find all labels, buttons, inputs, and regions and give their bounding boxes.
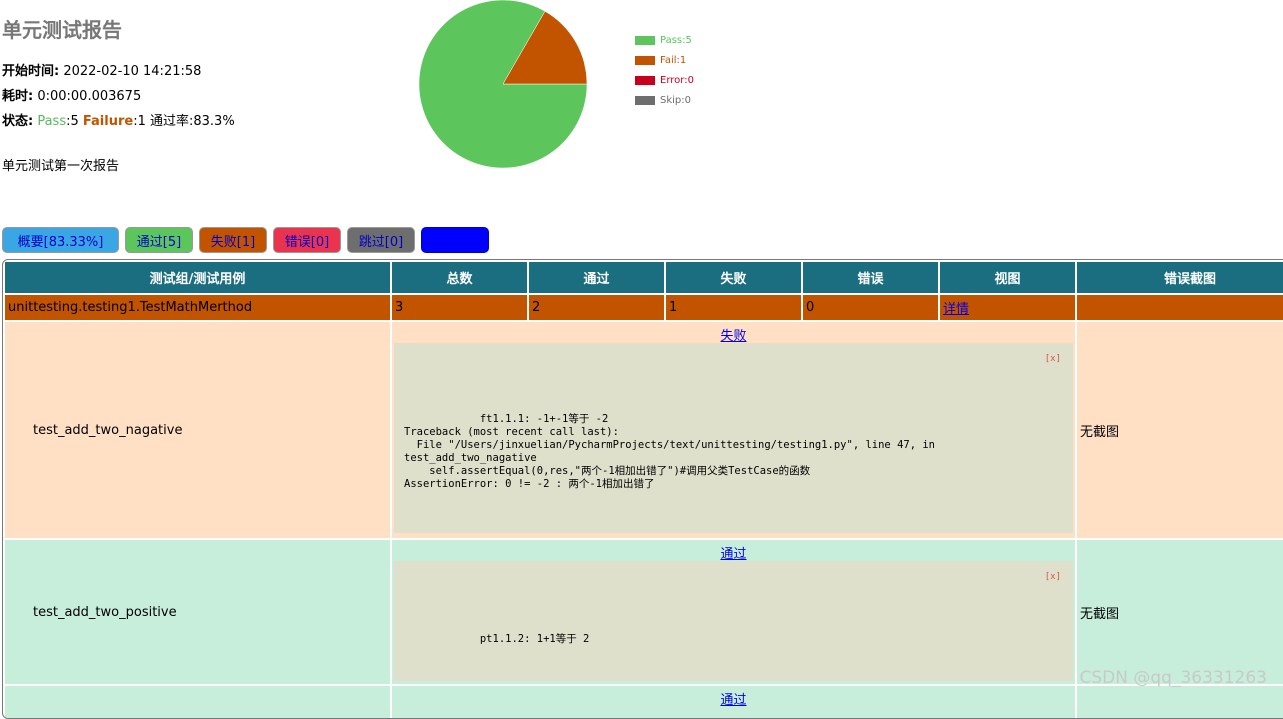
status-fail-label: Failure — [82, 114, 134, 129]
case-name — [5, 686, 390, 718]
legend-label: Error:0 — [660, 74, 694, 86]
status-label: 状态: — [2, 114, 34, 129]
case-detail: 通过 [x] pt1.1.2: 1+1等于 2 — [392, 540, 1075, 684]
case-status-link[interactable]: 失败 — [394, 325, 1073, 344]
pie-legend: Pass:5 Fail:1 Error:0 Skip:0 — [635, 30, 694, 110]
case-name: test_add_two_nagative — [5, 322, 390, 538]
skip-filter-button[interactable]: 跳过[0] — [347, 227, 415, 253]
status-rate: 通过率:83.3% — [150, 114, 235, 129]
header-error: 错误 — [803, 262, 938, 293]
watermark: CSDN @qq_36331263 — [1079, 668, 1267, 688]
status-pass-label: Pass — [33, 114, 67, 129]
table-row: test_add_two_nagative 失败 [x] ft1.1.1: -1… — [5, 322, 1283, 538]
test-class-row: unittesting.testing1.TestMathMerthod 3 2… — [5, 295, 1283, 320]
header-case: 测试组/测试用例 — [5, 262, 390, 293]
status-pass-value: :5 — [66, 114, 83, 129]
results-table-container: 测试组/测试用例 总数 通过 失败 错误 视图 错误截图 unittesting… — [2, 259, 1283, 719]
legend-swatch — [635, 35, 655, 45]
legend-swatch — [635, 75, 655, 85]
fail-filter-button[interactable]: 失败[1] — [199, 227, 267, 253]
case-detail: 失败 [x] ft1.1.1: -1+-1等于 -2 Traceback (mo… — [392, 322, 1075, 538]
legend-item-fail: Fail:1 — [635, 50, 694, 70]
case-screenshot: 无截图 — [1077, 322, 1283, 538]
start-time: 开始时间: 2022-02-10 14:21:58 — [2, 60, 201, 79]
class-error: 0 — [803, 295, 938, 320]
traceback-box: [x] ft1.1.1: -1+-1等于 -2 Traceback (most … — [394, 343, 1073, 533]
legend-label: Fail:1 — [660, 54, 687, 66]
class-pass: 2 — [529, 295, 664, 320]
case-screenshot: 无截图 — [1077, 540, 1283, 684]
result-pie-chart — [418, 0, 588, 169]
duration-label: 耗时: — [2, 89, 34, 104]
report-description: 单元测试第一次报告 — [2, 159, 120, 174]
legend-swatch — [635, 55, 655, 65]
header-fail: 失败 — [666, 262, 801, 293]
header-screenshot: 错误截图 — [1077, 262, 1283, 293]
duration: 耗时: 0:00:00.003675 — [2, 85, 141, 104]
close-icon[interactable]: [x] — [1045, 571, 1061, 584]
detail-link[interactable]: 详情 — [943, 302, 969, 317]
case-status-link[interactable]: 通过 — [394, 689, 1073, 708]
table-header-row: 测试组/测试用例 总数 通过 失败 错误 视图 错误截图 — [5, 262, 1283, 293]
status-fail-value: :1 — [133, 114, 150, 129]
duration-value: 0:00:00.003675 — [33, 89, 142, 104]
blank-filter-button[interactable] — [421, 227, 489, 253]
case-status-link[interactable]: 通过 — [394, 543, 1073, 562]
filter-button-bar: 概要[83.33%] 通过[5] 失败[1] 错误[0] 跳过[0] — [2, 227, 489, 253]
table-row: 通过 — [5, 686, 1283, 718]
close-icon[interactable]: [x] — [1045, 353, 1061, 366]
header-pass: 通过 — [529, 262, 664, 293]
class-name: unittesting.testing1.TestMathMerthod — [5, 295, 390, 320]
start-time-value: 2022-02-10 14:21:58 — [59, 64, 202, 79]
case-detail: 通过 — [392, 686, 1075, 718]
traceback-text: ft1.1.1: -1+-1等于 -2 Traceback (most rece… — [404, 413, 936, 490]
case-name: test_add_two_positive — [5, 540, 390, 684]
start-time-label: 开始时间: — [2, 64, 60, 79]
class-screenshot — [1077, 295, 1283, 320]
header-view: 视图 — [940, 262, 1075, 293]
traceback-box: [x] pt1.1.2: 1+1等于 2 — [394, 561, 1073, 681]
pass-filter-button[interactable]: 通过[5] — [125, 227, 193, 253]
error-filter-button[interactable]: 错误[0] — [273, 227, 341, 253]
legend-label: Pass:5 — [660, 34, 692, 46]
status-line: 状态: Pass:5 Failure:1 通过率:83.3% — [2, 110, 235, 129]
table-row: test_add_two_positive 通过 [x] pt1.1.2: 1+… — [5, 540, 1283, 684]
header-total: 总数 — [392, 262, 527, 293]
legend-item-error: Error:0 — [635, 70, 694, 90]
results-table: 测试组/测试用例 总数 通过 失败 错误 视图 错误截图 unittesting… — [3, 260, 1283, 718]
legend-label: Skip:0 — [660, 94, 691, 106]
legend-item-skip: Skip:0 — [635, 90, 694, 110]
class-fail: 1 — [666, 295, 801, 320]
traceback-text: pt1.1.2: 1+1等于 2 — [479, 633, 590, 645]
summary-button[interactable]: 概要[83.33%] — [2, 227, 119, 253]
report-title: 单元测试报告 — [2, 18, 122, 42]
legend-item-pass: Pass:5 — [635, 30, 694, 50]
report-header: 单元测试报告 开始时间: 2022-02-10 14:21:58 耗时: 0:0… — [0, 0, 1283, 225]
class-view-cell: 详情 — [940, 295, 1075, 320]
legend-swatch — [635, 95, 655, 105]
class-total: 3 — [392, 295, 527, 320]
case-screenshot — [1077, 686, 1283, 718]
